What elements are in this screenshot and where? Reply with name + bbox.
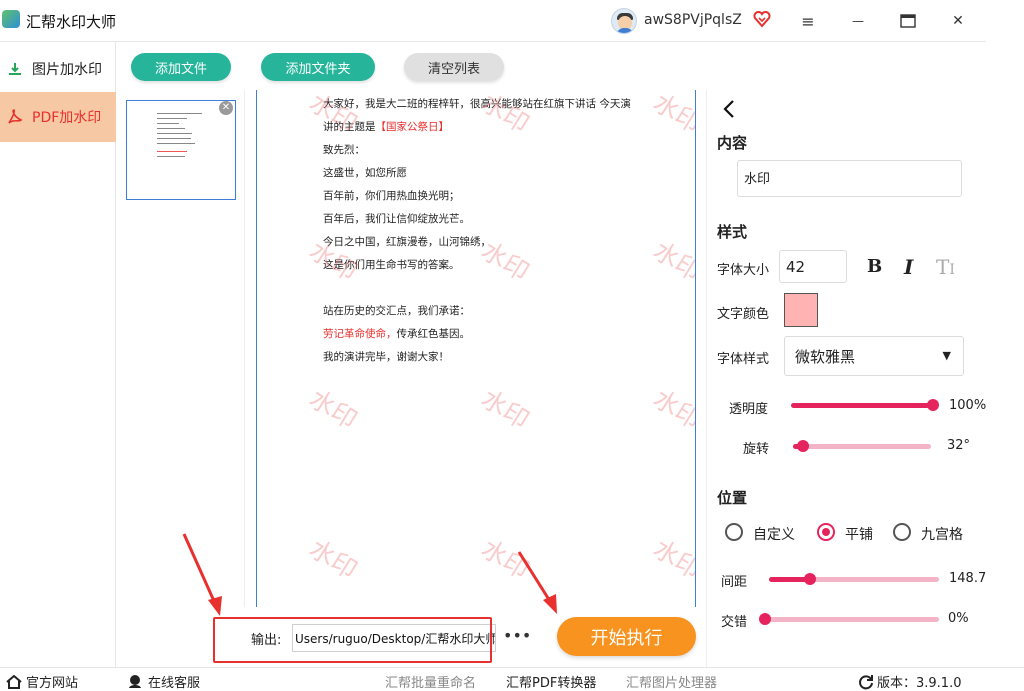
opacity-value: 100% <box>949 398 987 413</box>
remove-file-icon[interactable]: ✕ <box>219 101 233 115</box>
position-tile-label: 平铺 <box>845 527 873 543</box>
username[interactable]: awS8PVjPqlsZ <box>644 12 742 28</box>
status-bar: 官方网站 在线客服 汇帮批量重命名 汇帮PDF转换器 汇帮图片处理器 版本：3.… <box>0 667 1024 691</box>
app-logo-icon <box>2 10 20 28</box>
user-avatar[interactable] <box>611 8 637 34</box>
document-line: 这是你们用生命书写的答案。 <box>323 259 460 271</box>
maximize-icon[interactable] <box>893 6 923 36</box>
slider-thumb[interactable] <box>927 399 939 411</box>
pdf-icon <box>6 108 24 126</box>
watermark-tile: 水印 <box>304 383 363 435</box>
sidebar-item-image-watermark[interactable]: 图片加水印 <box>0 44 116 94</box>
bold-button[interactable]: B <box>867 256 882 277</box>
rotation-slider[interactable] <box>793 439 931 453</box>
text-style-button[interactable]: TI <box>936 255 955 279</box>
image-processor-link[interactable]: 汇帮图片处理器 <box>626 672 717 691</box>
position-tile-radio[interactable] <box>817 523 835 541</box>
pdf-preview: 大家好，我是大二班的程梓轩，很高兴能够站在红旗下讲话 今天演 讲的主题是【国家公祭… <box>256 90 696 607</box>
font-size-label: 字体大小 <box>717 263 770 278</box>
sidebar: 图片加水印 PDF加水印 <box>0 42 116 667</box>
font-family-value: 微软雅黑 <box>795 348 856 366</box>
sidebar-item-pdf-watermark[interactable]: PDF加水印 <box>0 92 116 142</box>
refresh-icon <box>859 674 873 689</box>
document-line: 百年后，我们让信仰绽放光芒。 <box>323 213 470 225</box>
batch-rename-link[interactable]: 汇帮批量重命名 <box>385 672 476 691</box>
content-section-title: 内容 <box>717 134 748 152</box>
document-line: 我的演讲完毕，谢谢大家！ <box>323 351 449 363</box>
position-custom-label: 自定义 <box>753 527 795 543</box>
slider-thumb[interactable] <box>796 440 809 452</box>
position-grid-radio[interactable] <box>893 523 911 541</box>
stagger-value: 0% <box>948 611 969 626</box>
stagger-label: 交错 <box>721 615 748 630</box>
settings-panel: 内容 水印 样式 字体大小 42 B I TI 文字颜色 字体样式 微软雅黑 ▼… <box>706 90 987 667</box>
clear-list-button[interactable]: 清空列表 <box>404 53 504 81</box>
add-folder-button[interactable]: 添加文件夹 <box>261 53 375 81</box>
document-line: 致先烈： <box>323 144 365 156</box>
rotation-label: 旋转 <box>743 442 770 457</box>
vip-heart-icon[interactable] <box>753 10 771 28</box>
rotation-value: 32° <box>947 438 971 453</box>
text-color-label: 文字颜色 <box>717 307 770 322</box>
title-bar: 汇帮水印大师 awS8PVjPqlsZ ≡ — ✕ <box>0 0 986 42</box>
document-line: 大家好，我是大二班的程梓轩，很高兴能够站在红旗下讲话 今天演 <box>323 98 631 110</box>
chevron-left-icon[interactable] <box>721 99 737 119</box>
file-list: ✕ <box>117 90 245 607</box>
watermark-text-input[interactable]: 水印 <box>737 160 962 197</box>
online-service-link[interactable]: 在线客服 <box>127 672 200 691</box>
app-title: 汇帮水印大师 <box>26 13 117 31</box>
watermark-tile: 水印 <box>648 235 696 287</box>
document-line: 站在历史的交汇点，我们承诺： <box>323 305 470 317</box>
minimize-icon[interactable]: — <box>843 6 873 36</box>
slider-thumb[interactable] <box>759 613 771 625</box>
start-run-button[interactable]: 开始执行 <box>557 617 696 656</box>
document-line: 今日之中国，红旗漫卷，山河锦绣， <box>323 236 491 248</box>
output-highlight-box <box>213 617 492 663</box>
slider-thumb[interactable] <box>803 573 816 585</box>
spacing-value: 148.75 <box>949 571 987 586</box>
watermark-tile: 水印 <box>648 90 696 139</box>
menu-icon[interactable]: ≡ <box>793 6 823 36</box>
watermark-tile: 水印 <box>476 383 535 435</box>
headset-icon <box>129 675 141 688</box>
spacing-label: 间距 <box>721 575 748 590</box>
official-site-link[interactable]: 官方网站 <box>6 672 78 691</box>
opacity-label: 透明度 <box>729 402 769 417</box>
stagger-slider[interactable] <box>759 612 939 626</box>
watermark-tile: 水印 <box>648 533 696 585</box>
font-family-label: 字体样式 <box>717 352 770 367</box>
italic-button[interactable]: I <box>904 255 913 279</box>
add-file-button[interactable]: 添加文件 <box>131 53 231 81</box>
watermark-tile: 水印 <box>476 533 535 585</box>
home-icon <box>6 674 22 689</box>
document-line: 劳记革命使命，传承红色基因。 <box>323 328 470 340</box>
text-color-swatch[interactable] <box>784 293 818 327</box>
pdf-converter-link[interactable]: 汇帮PDF转换器 <box>506 672 596 691</box>
position-custom-radio[interactable] <box>725 523 743 541</box>
watermark-tile: 水印 <box>304 533 363 585</box>
position-section-title: 位置 <box>717 489 748 507</box>
browse-more-icon[interactable]: ••• <box>503 626 531 645</box>
version-info: 版本：3.9.1.0 <box>858 672 961 691</box>
document-line: 这盛世，如您所愿 <box>323 167 407 179</box>
style-section-title: 样式 <box>717 223 748 241</box>
sidebar-item-label: PDF加水印 <box>32 110 102 126</box>
file-thumbnail[interactable] <box>126 100 236 200</box>
position-grid-label: 九宫格 <box>921 527 963 543</box>
document-line: 讲的主题是【国家公祭日】 <box>323 121 449 133</box>
image-watermark-icon <box>6 60 24 78</box>
document-line: 百年前，你们用热血换光明； <box>323 190 460 202</box>
close-icon[interactable]: ✕ <box>943 6 973 36</box>
sidebar-item-label: 图片加水印 <box>32 62 102 78</box>
font-size-input[interactable]: 42 <box>779 250 847 283</box>
font-family-select[interactable]: 微软雅黑 ▼ <box>784 336 964 376</box>
spacing-slider[interactable] <box>769 572 939 586</box>
watermark-tile: 水印 <box>648 383 696 435</box>
opacity-slider[interactable] <box>791 398 939 412</box>
chevron-down-icon: ▼ <box>942 349 951 362</box>
